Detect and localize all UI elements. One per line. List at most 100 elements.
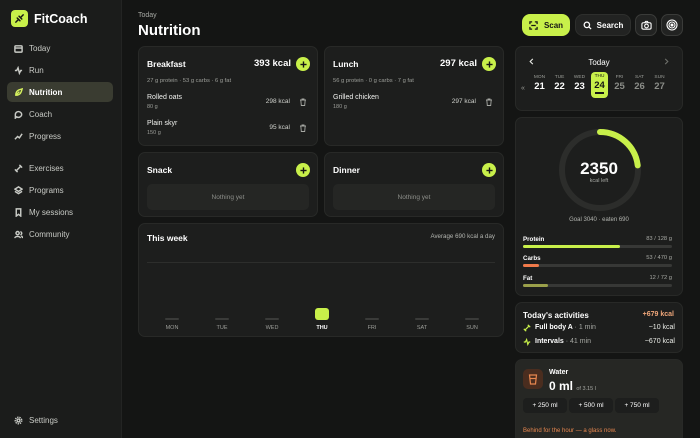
sidebar-item-label: Progress: [29, 131, 62, 141]
target-button[interactable]: [661, 14, 683, 36]
double-chevron-left-icon[interactable]: «: [521, 85, 525, 92]
calendar-day[interactable]: WED 23: [571, 73, 588, 97]
calendar-day-selected[interactable]: THU 24: [591, 72, 608, 98]
sidebar-item-label: Coach: [29, 109, 53, 119]
macro-name: Fat: [523, 275, 533, 282]
trash-icon[interactable]: [299, 98, 307, 106]
add-water-500-button[interactable]: + 500 ml: [569, 398, 613, 413]
meal-title: Dinner: [333, 165, 360, 175]
sidebar-item-label: Nutrition: [29, 87, 63, 97]
meal-card-snack: Snack Nothing yet: [138, 152, 318, 217]
macro-value: 53 / 470 g: [646, 255, 672, 261]
sidebar-item-coach[interactable]: Coach: [7, 104, 113, 124]
add-food-button[interactable]: [482, 163, 496, 177]
gear-icon: [14, 416, 23, 424]
users-icon: [14, 230, 23, 238]
week-card: This week Average 690 kcal a day MON TUE W…: [138, 223, 504, 337]
sidebar-item-label: Exercises: [29, 163, 64, 173]
meal-card-lunch: Lunch 297 kcal 56 g protein · 0 g carbs …: [324, 46, 504, 146]
leaf-icon: [15, 87, 23, 96]
scan-button[interactable]: Scan: [522, 14, 570, 36]
week-bar-wed[interactable]: [265, 318, 279, 320]
calendar-icon: [14, 44, 23, 53]
logo-icon: [11, 10, 28, 27]
chevron-right-icon[interactable]: [663, 58, 670, 65]
meal-macros: 27 g protein · 53 g carbs · 6 g fat: [147, 78, 232, 84]
week-average: Average 690 kcal a day: [430, 233, 495, 240]
week-bar-sat[interactable]: [415, 318, 429, 320]
calendar-day[interactable]: FRI 25: [611, 73, 628, 97]
kcal-left: 2350: [580, 159, 618, 178]
sidebar-item-exercises[interactable]: Exercises: [7, 158, 113, 178]
week-bar-sun[interactable]: [465, 318, 479, 320]
trash-icon[interactable]: [299, 124, 307, 132]
scan-label: Scan: [543, 20, 564, 30]
camera-button[interactable]: [635, 14, 657, 36]
scan-icon: [529, 20, 538, 30]
activity-name: Full body A · 1 min: [535, 324, 596, 331]
macro-bar: [523, 245, 672, 248]
week-bar-thu[interactable]: [315, 307, 329, 320]
add-water-250-button[interactable]: + 250 ml: [523, 398, 567, 413]
activity-kcal: ~10 kcal: [648, 324, 675, 331]
calendar-card: Today « MON 21 TUE 22 WED 23 THU 24 FRI 25 SA…: [515, 46, 683, 111]
chat-icon: [14, 110, 23, 119]
week-bar-mon[interactable]: [165, 318, 179, 320]
food-name[interactable]: Grilled chicken: [333, 94, 379, 101]
add-food-button[interactable]: [482, 57, 496, 71]
week-day-label: SUN: [466, 325, 478, 331]
food-name[interactable]: Rolled oats: [147, 94, 182, 101]
macro-bar-fill: [523, 284, 549, 287]
week-bar-fri[interactable]: [365, 318, 379, 320]
food-kcal: 297 kcal: [451, 98, 476, 105]
add-water-750-button[interactable]: + 750 ml: [615, 398, 659, 413]
brand[interactable]: FitCoach: [11, 10, 87, 27]
chart-icon: [14, 132, 23, 140]
dumbbell-icon: [523, 324, 531, 332]
meal-title: Lunch: [333, 59, 359, 69]
calendar-day[interactable]: TUE 22: [551, 73, 568, 97]
meal-kcal: 297 kcal: [440, 58, 477, 69]
sidebar-item-run[interactable]: Run: [7, 60, 113, 80]
sidebar-item-label: Programs: [29, 185, 64, 195]
macro-bar: [523, 284, 672, 287]
sidebar-item-nutrition[interactable]: Nutrition: [7, 82, 113, 102]
sidebar-item-label: Today: [29, 43, 51, 53]
trash-icon[interactable]: [485, 98, 493, 106]
week-day-label: TUE: [216, 325, 228, 331]
meal-title: Snack: [147, 165, 173, 175]
kcal-left-label: kcal left: [589, 178, 609, 184]
goal-card: 2350 kcal left Goal 3040 · eaten 690 Pro…: [515, 117, 683, 296]
sidebar-item-settings[interactable]: Settings: [7, 410, 113, 430]
meal-card-dinner: Dinner Nothing yet: [324, 152, 504, 217]
add-food-button[interactable]: [296, 57, 310, 71]
goal-summary: Goal 3040 · eaten 690: [569, 217, 629, 223]
add-food-button[interactable]: [296, 163, 310, 177]
sidebar-item-today[interactable]: Today: [7, 38, 113, 58]
calendar-day[interactable]: MON 21: [531, 73, 548, 97]
page-title: Nutrition: [138, 22, 201, 39]
sidebar: FitCoach Today Run Nutrition Coach Progr…: [0, 0, 122, 438]
week-day-label: SAT: [416, 325, 428, 331]
plus-icon: [485, 60, 493, 68]
macro-bar-fill: [523, 264, 540, 267]
food-qty: 180 g: [333, 104, 347, 110]
search-button[interactable]: Search: [575, 14, 631, 36]
activity-kcal: ~670 kcal: [644, 338, 675, 345]
empty-state: Nothing yet: [147, 184, 309, 210]
sidebar-item-label: Settings: [29, 415, 58, 425]
activities-title: Today's activities: [523, 311, 589, 320]
food-name[interactable]: Plain skyr: [147, 120, 177, 127]
bookmark-icon: [15, 207, 22, 217]
food-kcal: 298 kcal: [265, 98, 290, 105]
app-root: FitCoach Today Run Nutrition Coach Progr…: [0, 0, 700, 438]
calendar-day[interactable]: SAT 26: [631, 73, 648, 97]
week-title: This week: [147, 233, 188, 243]
sidebar-item-programs[interactable]: Programs: [7, 180, 113, 200]
sidebar-item-my-sessions[interactable]: My sessions: [7, 202, 113, 222]
week-bar-tue[interactable]: [215, 318, 229, 320]
sidebar-item-community[interactable]: Community: [7, 224, 113, 244]
sidebar-item-progress[interactable]: Progress: [7, 126, 113, 146]
calendar-day[interactable]: SUN 27: [651, 73, 668, 97]
search-label: Search: [596, 20, 624, 30]
